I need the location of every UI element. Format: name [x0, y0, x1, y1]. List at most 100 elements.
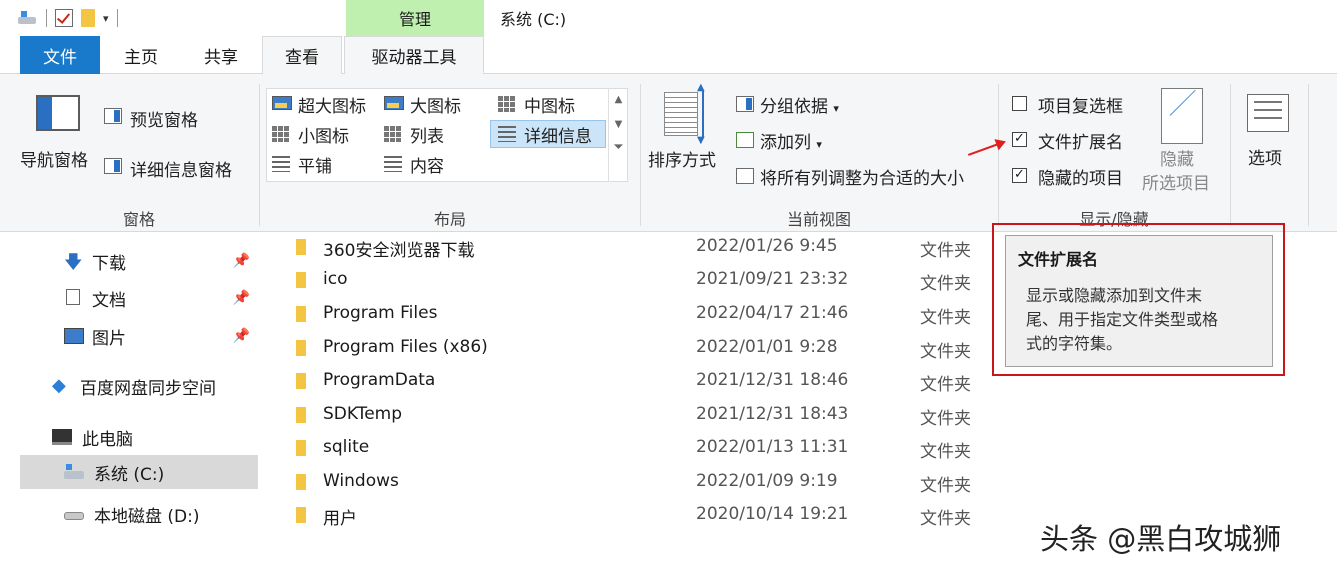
file-name: sqlite: [323, 437, 370, 457]
nav-item-this-pc[interactable]: 此电脑: [20, 420, 258, 454]
scroll-up-icon[interactable]: ▲: [609, 94, 628, 105]
file-name: 360安全浏览器下载: [323, 241, 475, 261]
sort-by-icon[interactable]: [664, 92, 698, 136]
file-date: 2022/01/13 11:31: [696, 437, 849, 457]
navigation-pane: 🡇 下载 📌 文档 📌 图片 📌 ◆ 百度网盘同步空间 此电脑 系统 (C:) …: [20, 233, 260, 533]
small-icons-icon: [272, 126, 290, 142]
computer-icon: [52, 429, 72, 445]
options-button[interactable]: 选项: [1248, 144, 1282, 169]
folder-icon: [296, 474, 306, 490]
download-arrow-icon: 🡇: [64, 252, 83, 273]
tiles-icon: [272, 156, 290, 172]
item-checkboxes-label[interactable]: 项目复选框: [1038, 92, 1123, 117]
hide-selected-label-line2: 所选项目: [1142, 174, 1210, 194]
group-divider: [998, 84, 999, 226]
hidden-items-checkbox[interactable]: ✓: [1012, 168, 1027, 183]
file-date: 2022/01/01 9:28: [696, 337, 838, 357]
large-icons-icon: [384, 96, 404, 110]
file-row[interactable]: ProgramData 2021/12/31 18:46 文件夹: [290, 365, 990, 398]
list-icon: [384, 126, 402, 142]
details-pane-button[interactable]: 详细信息窗格: [130, 156, 232, 181]
layout-tiles[interactable]: 平铺: [298, 152, 332, 177]
file-row[interactable]: 用户 2020/10/14 19:21 文件夹: [290, 499, 990, 532]
nav-item-pictures[interactable]: 图片 📌: [20, 319, 258, 353]
file-row[interactable]: sqlite 2022/01/13 11:31 文件夹: [290, 432, 990, 465]
folder-icon: [296, 373, 306, 389]
document-icon: [66, 289, 80, 305]
file-row[interactable]: SDKTemp 2021/12/31 18:43 文件夹: [290, 399, 990, 432]
tooltip-title: 文件扩展名: [1018, 250, 1099, 269]
group-by-button[interactable]: 分组依据 ▾: [760, 92, 839, 117]
baidu-netdisk-icon: ◆: [52, 375, 66, 396]
watermark: 头条 @黑白攻城狮: [1040, 522, 1282, 556]
file-row[interactable]: ico 2021/09/21 23:32 文件夹: [290, 264, 990, 297]
layout-extra-large-icons[interactable]: 超大图标: [298, 92, 366, 117]
nav-item-documents[interactable]: 文档 📌: [20, 281, 258, 315]
file-date: 2021/12/31 18:46: [696, 370, 849, 390]
sort-arrows-icon: [697, 82, 710, 146]
file-type: 文件夹: [920, 476, 971, 496]
add-columns-button[interactable]: 添加列 ▾: [760, 128, 822, 153]
expand-gallery-icon[interactable]: ⏷: [609, 140, 628, 155]
add-columns-icon: [736, 132, 754, 148]
file-row[interactable]: Program Files 2022/04/17 21:46 文件夹: [290, 298, 990, 331]
hidden-items-label[interactable]: 隐藏的项目: [1038, 164, 1123, 189]
group-divider: [259, 84, 260, 226]
pin-icon[interactable]: 📌: [233, 328, 250, 344]
nav-item-label: 下载: [92, 253, 126, 274]
layout-details[interactable]: 详细信息: [524, 122, 592, 147]
file-name: ico: [323, 269, 348, 289]
sort-by-button[interactable]: 排序方式: [648, 146, 716, 171]
file-row[interactable]: Program Files (x86) 2022/01/01 9:28 文件夹: [290, 332, 990, 365]
preview-pane-icon: [104, 108, 122, 124]
file-extensions-label[interactable]: 文件扩展名: [1038, 128, 1123, 153]
file-date: 2020/10/14 19:21: [696, 504, 849, 524]
scroll-down-icon[interactable]: ▼: [609, 119, 628, 130]
divider: [116, 9, 118, 27]
file-row[interactable]: 360安全浏览器下载 2022/01/26 9:45 文件夹: [290, 231, 990, 264]
layout-content[interactable]: 内容: [410, 152, 444, 177]
file-extensions-checkbox[interactable]: ✓: [1012, 132, 1027, 147]
nav-item-system-c[interactable]: 系统 (C:): [20, 455, 258, 489]
file-name: Program Files: [323, 303, 438, 323]
layout-gallery-scroll[interactable]: ▲ ▼ ⏷: [608, 88, 628, 182]
tab-drive-tools[interactable]: 驱动器工具: [344, 36, 484, 74]
item-checkboxes-checkbox[interactable]: [1012, 96, 1027, 111]
group-label-layout: 布局: [433, 210, 466, 229]
folder-icon: [296, 407, 306, 423]
drive-icon[interactable]: [18, 11, 38, 25]
navigation-pane-icon[interactable]: [36, 95, 80, 131]
new-folder-icon[interactable]: [81, 9, 95, 27]
layout-list[interactable]: 列表: [410, 122, 444, 147]
preview-pane-button[interactable]: 预览窗格: [130, 106, 198, 131]
nav-item-baidu-sync[interactable]: ◆ 百度网盘同步空间: [20, 369, 258, 403]
nav-item-downloads[interactable]: 🡇 下载 📌: [20, 244, 258, 278]
file-date: 2022/01/26 9:45: [696, 236, 838, 256]
nav-item-local-disk-d[interactable]: 本地磁盘 (D:): [20, 497, 258, 531]
pin-icon[interactable]: 📌: [233, 253, 250, 269]
tab-share[interactable]: 共享: [190, 36, 252, 74]
layout-medium-icons[interactable]: 中图标: [524, 92, 575, 117]
details-pane-icon: [104, 158, 122, 174]
customize-dropdown-icon[interactable]: ▾: [103, 12, 109, 25]
layout-small-icons[interactable]: 小图标: [298, 122, 349, 147]
picture-icon: [64, 328, 84, 344]
nav-item-label: 本地磁盘 (D:): [94, 506, 200, 527]
add-columns-label: 添加列: [760, 133, 811, 153]
size-all-columns-button[interactable]: 将所有列调整为合适的大小: [760, 164, 964, 189]
file-type: 文件夹: [920, 442, 971, 462]
dropdown-icon: ▾: [833, 102, 839, 115]
file-type: 文件夹: [920, 375, 971, 395]
pin-icon[interactable]: 📌: [233, 290, 250, 306]
context-tab-manage[interactable]: 管理: [346, 0, 484, 36]
options-icon[interactable]: [1247, 94, 1289, 132]
file-row[interactable]: Windows 2022/01/09 9:19 文件夹: [290, 466, 990, 499]
tab-view[interactable]: 查看: [262, 36, 342, 74]
properties-check-icon[interactable]: [55, 9, 73, 27]
navigation-pane-button[interactable]: 导航窗格: [20, 146, 88, 171]
tab-home[interactable]: 主页: [108, 36, 174, 74]
window-title: 系统 (C:): [500, 10, 567, 29]
layout-large-icons[interactable]: 大图标: [410, 92, 461, 117]
hide-selected-icon[interactable]: [1161, 88, 1203, 144]
tab-file[interactable]: 文件: [20, 36, 100, 74]
